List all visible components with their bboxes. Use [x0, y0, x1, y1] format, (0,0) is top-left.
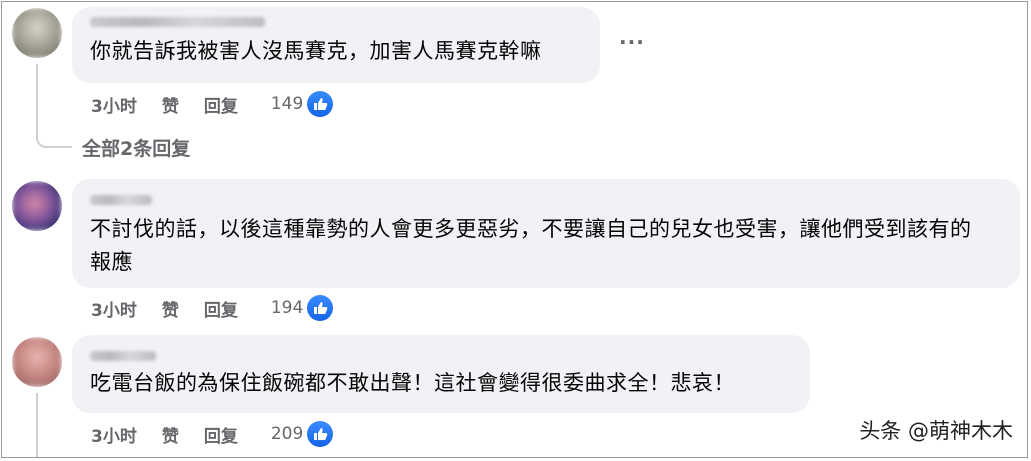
author-name-redacted[interactable]	[90, 17, 265, 27]
avatar[interactable]	[12, 337, 62, 387]
thumbs-up-icon	[307, 295, 334, 321]
comment-bubble: 不討伐的話，以後這種靠勢的人會更多更惡劣，不要讓自己的兒女也受害，讓他們受到該有…	[72, 179, 1020, 288]
thread-line	[36, 64, 38, 132]
watermark: 头条 @萌神木木	[859, 419, 1013, 443]
comment-actions: 3小时 赞 回复 149	[91, 91, 334, 117]
timestamp[interactable]: 3小时	[91, 422, 137, 447]
comment-actions: 3小时 赞 回复 209	[91, 421, 334, 447]
like-button[interactable]: 赞	[162, 296, 179, 321]
thread-line	[36, 393, 38, 457]
reply-button[interactable]: 回复	[204, 296, 238, 321]
avatar[interactable]	[12, 8, 62, 58]
comment-bubble: 你就告訴我被害人沒馬賽克，加害人馬賽克幹嘛	[72, 7, 600, 83]
timestamp[interactable]: 3小时	[91, 296, 137, 321]
view-replies-link[interactable]: 全部2条回复	[82, 134, 190, 161]
comment-text: 不討伐的話，以後這種靠勢的人會更多更惡劣，不要讓自己的兒女也受害，讓他們受到該有…	[90, 217, 972, 274]
reply-button[interactable]: 回复	[204, 92, 238, 117]
author-name-redacted[interactable]	[90, 351, 156, 361]
comment-text: 吃電台飯的為保住飯碗都不敢出聲！這社會變得很委曲求全！悲哀！	[90, 371, 735, 395]
author-name-redacted[interactable]	[90, 195, 152, 205]
reaction-count[interactable]: 194	[271, 298, 303, 318]
comments-screenshot: 你就告訴我被害人沒馬賽克，加害人馬賽克幹嘛 ··· 3小时 赞 回复 149 全…	[1, 1, 1028, 458]
comment-bubble: 吃電台飯的為保住飯碗都不敢出聲！這社會變得很委曲求全！悲哀！	[72, 335, 810, 413]
timestamp[interactable]: 3小时	[91, 92, 137, 117]
reply-button[interactable]: 回复	[204, 422, 238, 447]
comment-actions: 3小时 赞 回复 194	[91, 295, 334, 321]
comment-text: 你就告訴我被害人沒馬賽克，加害人馬賽克幹嘛	[90, 39, 542, 63]
reaction-count[interactable]: 149	[271, 94, 303, 114]
like-button[interactable]: 赞	[162, 422, 179, 447]
more-dots-icon[interactable]: ···	[619, 30, 645, 54]
avatar[interactable]	[12, 181, 62, 231]
thumbs-up-icon	[307, 91, 334, 117]
thumbs-up-icon	[307, 421, 334, 447]
reaction-count[interactable]: 209	[271, 424, 303, 444]
thread-connector	[36, 130, 72, 148]
like-button[interactable]: 赞	[162, 92, 179, 117]
